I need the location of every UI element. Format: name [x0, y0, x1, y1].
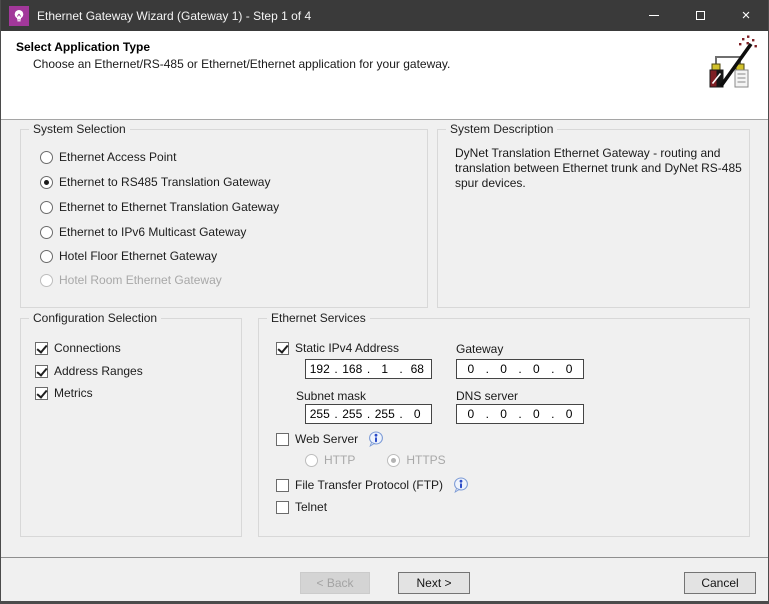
close-button[interactable]: × — [723, 0, 769, 31]
octet: 192 — [309, 362, 330, 376]
dns-server-label: DNS server — [456, 389, 519, 403]
app-lightbulb-icon — [9, 5, 29, 26]
radio-label: Hotel Room Ethernet Gateway — [59, 273, 222, 287]
ethernet-services-label: Ethernet Services — [267, 311, 370, 325]
radio-option-ethernet-to-ethernet[interactable]: Ethernet to Ethernet Translation Gateway — [40, 199, 279, 215]
checkbox-icon-unchecked[interactable] — [276, 500, 289, 514]
octet: 0 — [467, 362, 475, 376]
octet: 255 — [374, 407, 395, 421]
radio-icon[interactable] — [40, 225, 53, 239]
radio-icon[interactable] — [40, 150, 53, 164]
http-radio-disabled — [305, 453, 318, 467]
system-description-group: System Description DyNet Translation Eth… — [437, 122, 750, 308]
close-icon: × — [741, 7, 751, 24]
checkbox-icon-checked[interactable] — [35, 341, 48, 355]
octet: 0 — [467, 407, 475, 421]
radio-label: Ethernet Access Point — [59, 150, 177, 164]
checkbox-label: Connections — [54, 341, 121, 355]
checkbox-icon-checked[interactable] — [276, 341, 289, 355]
octet: 1 — [381, 362, 389, 376]
radio-icon[interactable] — [40, 249, 53, 263]
https-radio-disabled-selected — [387, 453, 401, 467]
octet: 0 — [533, 407, 540, 421]
system-selection-group: System Selection Ethernet Access Point E… — [20, 122, 428, 308]
system-description-text: DyNet Translation Ethernet Gateway - rou… — [455, 146, 742, 190]
octet: 0 — [565, 407, 573, 421]
octet: 168 — [342, 362, 363, 376]
page-title: Select Application Type — [16, 40, 151, 54]
subnet-mask-field[interactable]: 255. 255. 255. 0 — [305, 404, 432, 424]
radio-label: Ethernet to Ethernet Translation Gateway — [59, 200, 280, 214]
checkbox-icon-unchecked[interactable] — [276, 432, 289, 446]
wizard-footer: < Back Next > Cancel — [0, 557, 769, 601]
octet: 255 — [342, 407, 363, 421]
minimize-button[interactable] — [631, 0, 677, 31]
window-title: Ethernet Gateway Wizard (Gateway 1) - St… — [37, 8, 312, 23]
titlebar[interactable]: Ethernet Gateway Wizard (Gateway 1) - St… — [0, 0, 769, 31]
checkbox-label: Web Server — [295, 432, 359, 446]
checkbox-connections[interactable]: Connections — [35, 340, 121, 356]
dns-server-field[interactable]: 0.0.0.0 — [456, 404, 584, 424]
page-subtitle: Choose an Ethernet/RS-485 or Ethernet/Et… — [33, 57, 451, 71]
radio-option-hotel-room-disabled: Hotel Room Ethernet Gateway — [40, 272, 222, 288]
http-label: HTTP — [324, 453, 356, 467]
checkbox-metrics[interactable]: Metrics — [35, 385, 93, 401]
ftp-info-icon[interactable] — [453, 477, 469, 493]
checkbox-label: Telnet — [295, 500, 328, 514]
static-ipv4-address-field[interactable]: 192. 168. 1. 68 — [305, 359, 432, 379]
octet: 0 — [533, 362, 540, 376]
radio-option-ethernet-to-ipv6[interactable]: Ethernet to IPv6 Multicast Gateway — [40, 224, 246, 240]
web-server-info-icon[interactable] — [368, 431, 384, 447]
radio-icon-disabled — [40, 273, 53, 287]
checkbox-icon-checked[interactable] — [35, 386, 48, 400]
octet: 0 — [500, 362, 507, 376]
https-label: HTTPS — [406, 453, 446, 467]
system-selection-label: System Selection — [29, 122, 130, 136]
gateway-address-field[interactable]: 0.0.0.0 — [456, 359, 584, 379]
next-button[interactable]: Next > — [398, 572, 470, 594]
window-border-left — [0, 0, 1, 604]
maximize-button[interactable] — [677, 0, 723, 31]
checkbox-web-server[interactable]: Web Server — [276, 431, 384, 447]
checkbox-ftp[interactable]: File Transfer Protocol (FTP) — [276, 477, 469, 493]
wizard-window: Ethernet Gateway Wizard (Gateway 1) - St… — [0, 0, 769, 604]
wizard-header: Select Application Type Choose an Ethern… — [0, 31, 769, 120]
gateway-label: Gateway — [456, 342, 504, 356]
radio-icon[interactable] — [40, 200, 53, 214]
checkbox-label: File Transfer Protocol (FTP) — [295, 478, 444, 492]
checkbox-telnet[interactable]: Telnet — [276, 499, 327, 515]
octet: 0 — [500, 407, 507, 421]
radio-option-ethernet-access-point[interactable]: Ethernet Access Point — [40, 149, 176, 165]
minimize-icon — [649, 15, 659, 16]
radio-label: Ethernet to RS485 Translation Gateway — [59, 175, 271, 189]
cancel-button[interactable]: Cancel — [684, 572, 756, 594]
checkbox-label: Address Ranges — [54, 364, 143, 378]
checkbox-label: Metrics — [54, 386, 93, 400]
octet: 0 — [565, 362, 573, 376]
radio-option-hotel-floor[interactable]: Hotel Floor Ethernet Gateway — [40, 248, 217, 264]
checkbox-icon-unchecked[interactable] — [276, 478, 289, 492]
configuration-selection-label: Configuration Selection — [29, 311, 162, 325]
protocol-radio-group: HTTP HTTPS — [305, 452, 446, 468]
back-button: < Back — [300, 572, 370, 594]
ethernet-services-group: Ethernet Services Static IPv4 Address Ga… — [258, 311, 750, 537]
octet: 255 — [309, 407, 330, 421]
radio-option-ethernet-to-rs485[interactable]: Ethernet to RS485 Translation Gateway — [40, 174, 270, 190]
checkbox-icon-checked[interactable] — [35, 364, 48, 378]
wizard-wand-icon — [709, 35, 757, 88]
octet: 0 — [413, 407, 421, 421]
system-description-label: System Description — [446, 122, 558, 136]
radio-label: Hotel Floor Ethernet Gateway — [59, 249, 218, 263]
octet: 68 — [410, 362, 424, 376]
checkbox-label: Static IPv4 Address — [295, 341, 400, 355]
radio-label: Ethernet to IPv6 Multicast Gateway — [59, 225, 247, 239]
maximize-icon — [695, 11, 705, 20]
radio-icon-selected[interactable] — [40, 175, 53, 189]
subnet-mask-label: Subnet mask — [296, 389, 367, 403]
checkbox-address-ranges[interactable]: Address Ranges — [35, 363, 143, 379]
checkbox-static-ipv4[interactable]: Static IPv4 Address — [276, 340, 399, 356]
configuration-selection-group: Configuration Selection Connections Addr… — [20, 311, 242, 537]
